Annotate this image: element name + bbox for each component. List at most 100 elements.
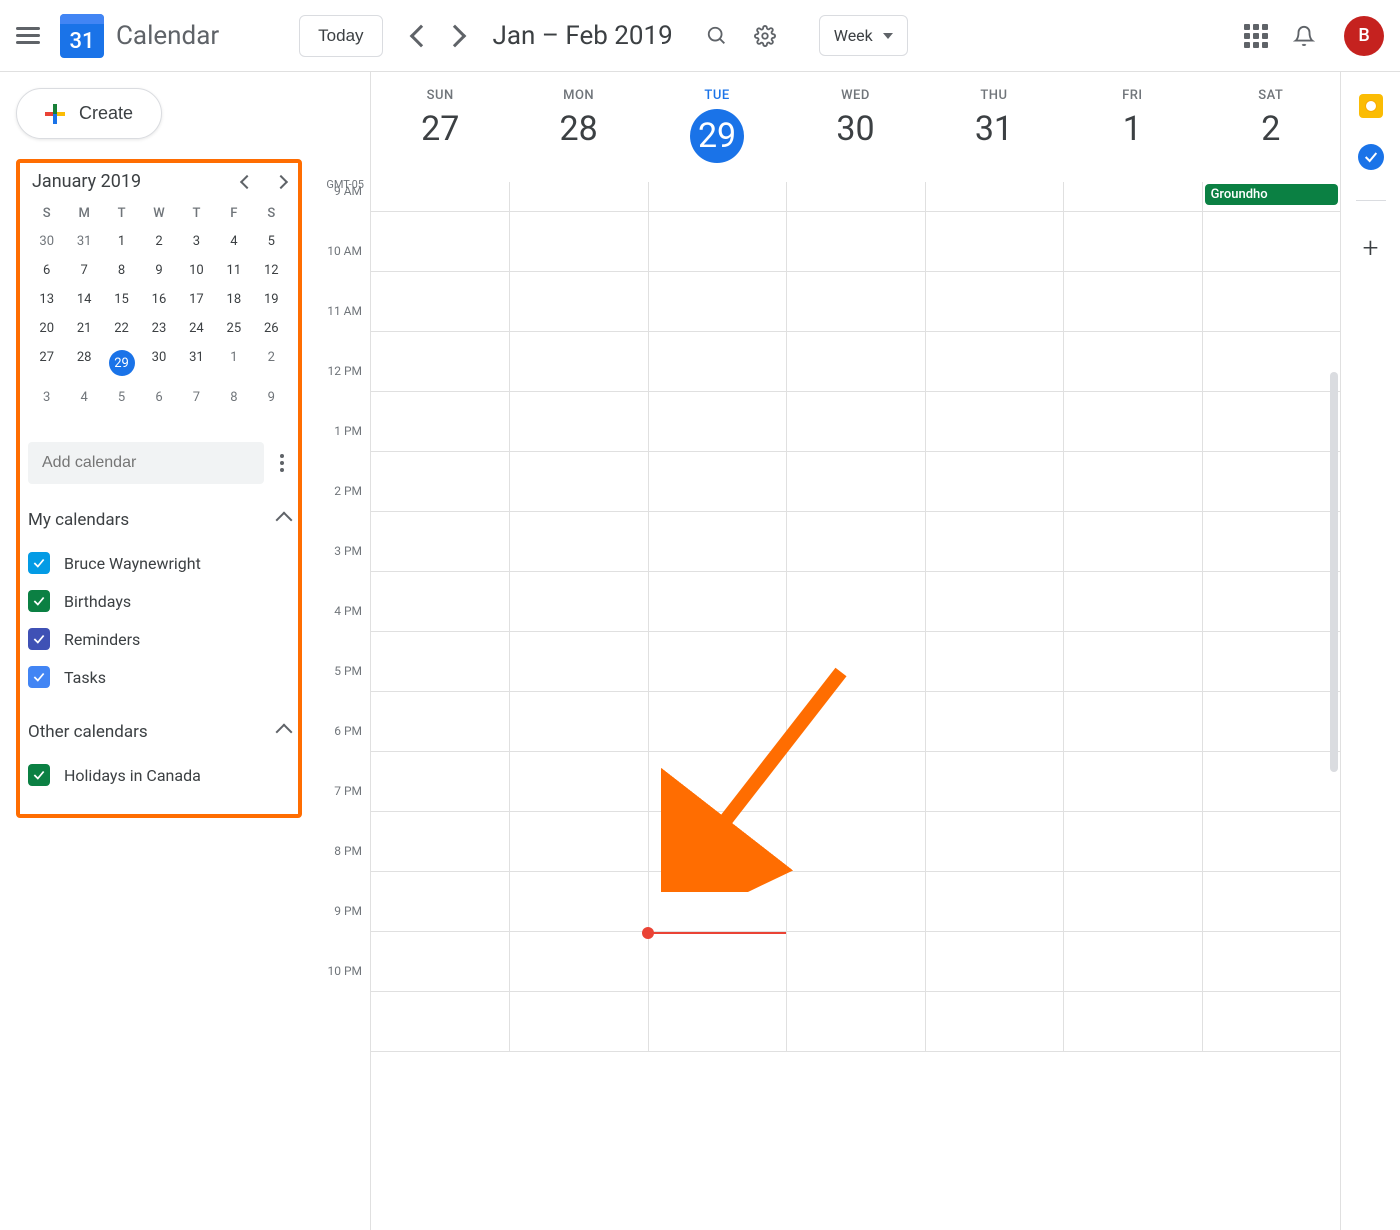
hour-cell[interactable]	[786, 932, 924, 991]
mini-day-cell[interactable]: 10	[178, 256, 215, 285]
day-header[interactable]: TUE29	[648, 72, 786, 182]
hour-cell[interactable]	[1063, 392, 1201, 451]
hour-row[interactable]	[371, 572, 1340, 632]
hour-cell[interactable]	[1063, 512, 1201, 571]
hour-cell[interactable]	[925, 332, 1063, 391]
allday-event-chip[interactable]: Groundho	[1205, 184, 1338, 205]
hour-row[interactable]	[371, 452, 1340, 512]
my-calendars-toggle[interactable]: My calendars	[28, 510, 290, 530]
day-header[interactable]: SAT2	[1202, 72, 1340, 182]
hour-cell[interactable]	[509, 512, 647, 571]
hour-cell[interactable]	[371, 872, 509, 931]
hour-row[interactable]	[371, 692, 1340, 752]
hour-cell[interactable]	[1202, 332, 1340, 391]
mini-day-cell[interactable]: 8	[103, 256, 140, 285]
mini-day-cell[interactable]: 21	[65, 314, 102, 343]
tasks-addon-icon[interactable]	[1358, 144, 1384, 170]
hour-cell[interactable]	[648, 572, 786, 631]
mini-day-cell[interactable]: 14	[65, 285, 102, 314]
hour-cell[interactable]	[786, 632, 924, 691]
hour-cell[interactable]	[648, 812, 786, 871]
hour-cell[interactable]	[371, 452, 509, 511]
mini-day-cell[interactable]: 19	[253, 285, 290, 314]
hour-cell[interactable]	[648, 452, 786, 511]
hour-cell[interactable]	[1063, 932, 1201, 991]
notifications-bell-icon[interactable]	[1292, 24, 1316, 48]
hour-cell[interactable]	[1063, 332, 1201, 391]
hour-row[interactable]	[371, 392, 1340, 452]
mini-day-cell[interactable]: 8	[215, 383, 252, 412]
mini-day-cell[interactable]: 31	[65, 227, 102, 256]
hour-cell[interactable]	[509, 392, 647, 451]
hour-cell[interactable]	[786, 992, 924, 1051]
hour-cell[interactable]	[1063, 452, 1201, 511]
allday-cell[interactable]	[648, 182, 786, 211]
hour-cell[interactable]	[1063, 572, 1201, 631]
hour-row[interactable]	[371, 632, 1340, 692]
allday-cell[interactable]	[925, 182, 1063, 211]
mini-day-cell[interactable]: 17	[178, 285, 215, 314]
allday-cell[interactable]	[786, 182, 924, 211]
hour-cell[interactable]	[1202, 392, 1340, 451]
hour-cell[interactable]	[509, 572, 647, 631]
hour-cell[interactable]	[925, 692, 1063, 751]
mini-day-cell[interactable]: 18	[215, 285, 252, 314]
hour-cell[interactable]	[648, 872, 786, 931]
settings-gear-icon[interactable]	[753, 24, 777, 48]
hour-cell[interactable]	[371, 992, 509, 1051]
mini-day-cell[interactable]: 4	[65, 383, 102, 412]
hour-cell[interactable]	[509, 872, 647, 931]
hour-cell[interactable]	[648, 272, 786, 331]
mini-day-cell[interactable]: 3	[28, 383, 65, 412]
hour-cell[interactable]	[371, 752, 509, 811]
more-options-icon[interactable]	[274, 454, 290, 472]
hour-cell[interactable]	[786, 512, 924, 571]
allday-cell[interactable]	[371, 182, 509, 211]
hour-row[interactable]	[371, 992, 1340, 1052]
hour-cell[interactable]	[509, 632, 647, 691]
scrollbar-thumb[interactable]	[1330, 372, 1338, 772]
hour-cell[interactable]	[509, 932, 647, 991]
google-apps-icon[interactable]	[1244, 24, 1268, 48]
mini-day-cell[interactable]: 24	[178, 314, 215, 343]
hour-cell[interactable]	[925, 512, 1063, 571]
hour-cell[interactable]	[648, 212, 786, 271]
calendar-item[interactable]: Bruce Waynewright	[28, 544, 290, 582]
mini-day-cell[interactable]: 9	[140, 256, 177, 285]
mini-day-cell[interactable]: 31	[178, 343, 215, 383]
hour-cell[interactable]	[925, 212, 1063, 271]
hour-cell[interactable]	[509, 752, 647, 811]
hour-cell[interactable]	[509, 692, 647, 751]
hour-cell[interactable]	[648, 752, 786, 811]
hour-row[interactable]	[371, 332, 1340, 392]
mini-day-cell[interactable]: 9	[253, 383, 290, 412]
hour-row[interactable]	[371, 872, 1340, 932]
mini-day-cell[interactable]: 1	[103, 227, 140, 256]
hour-cell[interactable]	[648, 992, 786, 1051]
mini-day-cell[interactable]: 16	[140, 285, 177, 314]
hour-cell[interactable]	[1202, 752, 1340, 811]
calendar-checkbox[interactable]	[28, 552, 50, 574]
get-addons-icon[interactable]: +	[1363, 231, 1379, 264]
hour-cell[interactable]	[371, 332, 509, 391]
calendar-checkbox[interactable]	[28, 590, 50, 612]
calendar-item[interactable]: Holidays in Canada	[28, 756, 290, 794]
hour-cell[interactable]	[786, 872, 924, 931]
mini-day-cell[interactable]: 25	[215, 314, 252, 343]
allday-cell[interactable]	[1063, 182, 1201, 211]
hour-cell[interactable]	[371, 212, 509, 271]
day-header[interactable]: FRI1	[1063, 72, 1201, 182]
hour-cell[interactable]	[925, 572, 1063, 631]
hour-cell[interactable]	[371, 392, 509, 451]
mini-day-cell[interactable]: 2	[253, 343, 290, 383]
mini-day-cell[interactable]: 20	[28, 314, 65, 343]
hour-cell[interactable]	[1063, 812, 1201, 871]
hour-cell[interactable]	[1063, 992, 1201, 1051]
view-selector[interactable]: Week	[819, 15, 908, 56]
hour-cell[interactable]	[371, 572, 509, 631]
hour-cell[interactable]	[1202, 572, 1340, 631]
hour-cell[interactable]	[509, 272, 647, 331]
mini-day-cell[interactable]: 3	[178, 227, 215, 256]
mini-day-cell[interactable]: 6	[140, 383, 177, 412]
hour-row[interactable]	[371, 752, 1340, 812]
